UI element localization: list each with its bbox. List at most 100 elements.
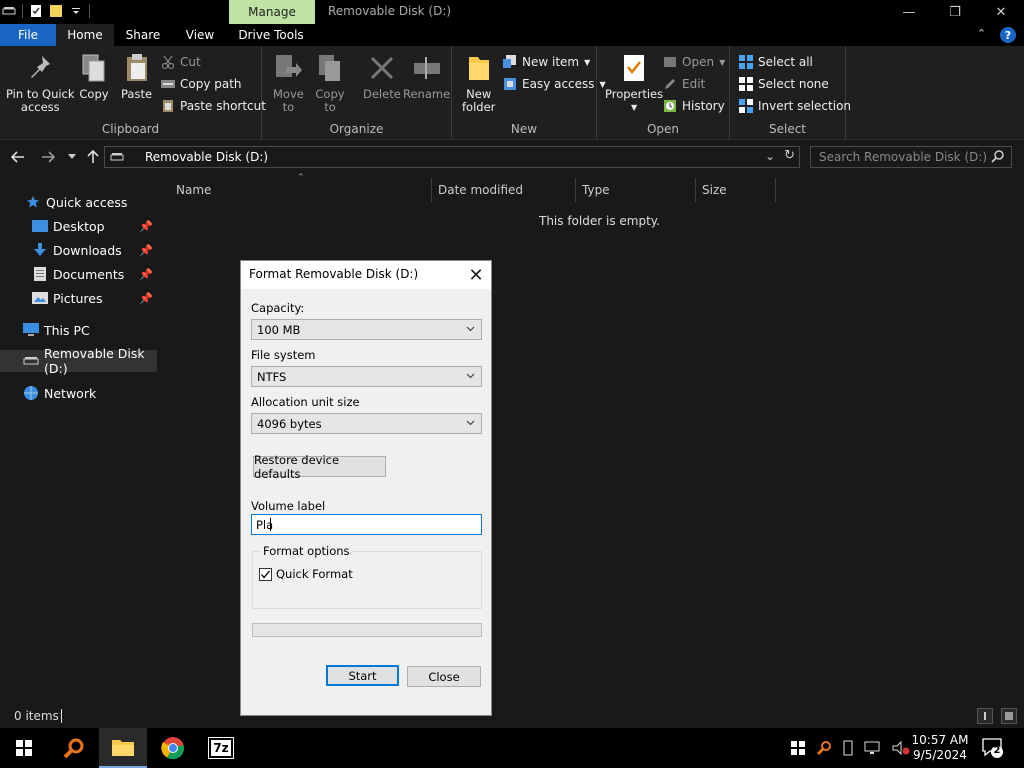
- clock[interactable]: 10:57 AM 9/5/2024: [905, 733, 975, 763]
- organize-group-label: Organize: [329, 122, 384, 136]
- large-icons-view-button[interactable]: [1001, 708, 1017, 724]
- nav-item-documents[interactable]: Documents 📌: [0, 263, 157, 285]
- copy-to-button[interactable]: Copy to: [315, 52, 345, 114]
- capacity-select[interactable]: 100 MB: [251, 319, 482, 340]
- delete-button[interactable]: Delete: [363, 52, 401, 101]
- clock-time: 10:57 AM: [911, 733, 969, 747]
- nav-item-quick-access[interactable]: Quick access: [0, 191, 157, 213]
- close-button-dialog[interactable]: Close: [407, 666, 481, 687]
- restore-button[interactable]: ❐: [932, 0, 978, 24]
- restore-device-defaults-button[interactable]: Restore device defaults: [253, 453, 386, 481]
- column-header-type[interactable]: Type: [574, 178, 696, 202]
- chrome-taskbar-button[interactable]: [149, 728, 197, 768]
- select-all-button[interactable]: Select all: [739, 53, 813, 71]
- refresh-icon[interactable]: ↻: [784, 148, 795, 163]
- easy-access-button[interactable]: Easy access ▼: [503, 75, 606, 93]
- collapse-ribbon-icon[interactable]: ⌃: [977, 27, 986, 43]
- volume-label-input[interactable]: Pla: [251, 514, 482, 535]
- large-icons-view-icon: [1005, 712, 1013, 720]
- up-button[interactable]: [83, 147, 103, 167]
- paste-button[interactable]: Paste: [121, 52, 152, 101]
- nav-item-desktop[interactable]: Desktop 📌: [0, 215, 157, 237]
- search-box[interactable]: Search Removable Disk (D:): [810, 146, 1012, 168]
- search-taskbar-button[interactable]: [50, 728, 98, 768]
- tab-drive-tools[interactable]: Drive Tools: [228, 24, 314, 46]
- nav-item-network[interactable]: Network: [0, 382, 157, 404]
- nav-item-removable-disk[interactable]: Removable Disk (D:): [0, 346, 157, 376]
- start-button-dialog[interactable]: Start: [326, 665, 399, 686]
- manage-tab[interactable]: Manage: [229, 0, 315, 24]
- rename-button[interactable]: Rename: [403, 52, 450, 101]
- edit-icon: [663, 77, 677, 91]
- nav-item-pictures[interactable]: Pictures 📌: [0, 287, 157, 309]
- column-header-date[interactable]: Date modified: [430, 178, 576, 202]
- address-field[interactable]: Removable Disk (D:) ⌄ ↻: [104, 146, 800, 168]
- open-button[interactable]: Open ▼: [663, 53, 725, 71]
- usb-drive-icon[interactable]: [842, 740, 854, 756]
- customize-toolbar-icon[interactable]: [69, 3, 83, 19]
- quick-format-checkbox[interactable]: [259, 567, 272, 581]
- invert-selection-button[interactable]: Invert selection: [739, 97, 851, 115]
- select-all-icon: [739, 55, 753, 69]
- properties-icon[interactable]: [29, 3, 43, 19]
- column-header-size[interactable]: Size: [694, 178, 776, 202]
- history-button[interactable]: History: [663, 97, 725, 115]
- network-tray-icon[interactable]: [864, 740, 882, 756]
- notification-center-button[interactable]: 2: [982, 737, 1004, 759]
- close-button[interactable]: ✕: [978, 0, 1024, 24]
- move-to-button[interactable]: Move to: [273, 52, 304, 114]
- rename-icon: [412, 52, 442, 84]
- 7zip-taskbar-button[interactable]: 7z: [197, 728, 245, 768]
- chevron-down-icon[interactable]: ⌄: [765, 149, 775, 163]
- dialog-title: Format Removable Disk (D:): [249, 267, 419, 281]
- search-tray-icon[interactable]: [816, 740, 832, 756]
- paste-shortcut-icon: [161, 99, 175, 113]
- forward-button[interactable]: [38, 147, 58, 167]
- taskbar: 7z 10:57 AM 9/5/2024 2: [0, 728, 1024, 768]
- details-view-button[interactable]: [977, 708, 993, 724]
- nav-item-this-pc[interactable]: This PC: [0, 319, 157, 341]
- minimize-button[interactable]: —: [886, 0, 932, 24]
- pin-icon: 📌: [139, 267, 153, 281]
- recent-locations-button[interactable]: [62, 147, 82, 167]
- pin-icon: [25, 52, 55, 84]
- new-folder-button[interactable]: New folder: [462, 52, 495, 114]
- back-button[interactable]: [8, 147, 28, 167]
- search-placeholder: Search Removable Disk (D:): [819, 150, 988, 164]
- new-item-button[interactable]: New item ▼: [503, 53, 590, 71]
- file-system-select[interactable]: NTFS: [251, 366, 482, 387]
- file-system-label: File system: [251, 348, 316, 362]
- format-options-group: Format options Quick Format: [252, 544, 482, 609]
- clipboard-group-label: Clipboard: [101, 122, 160, 136]
- allocation-unit-select[interactable]: 4096 bytes: [251, 413, 482, 434]
- start-button[interactable]: [0, 728, 48, 768]
- tab-home[interactable]: Home: [56, 24, 114, 46]
- pin-icon: 📌: [139, 291, 153, 305]
- tab-share[interactable]: Share: [114, 24, 172, 46]
- organize-group: Move to Copy to Delete Rename Organize: [262, 46, 452, 140]
- properties-button[interactable]: Properties ▼: [605, 52, 663, 114]
- history-icon: [663, 99, 677, 113]
- copy-path-button[interactable]: Copy path: [161, 75, 242, 93]
- drive-icon[interactable]: [2, 3, 16, 19]
- help-icon[interactable]: ?: [1000, 27, 1016, 43]
- window-controls: — ❐ ✕: [886, 0, 1024, 24]
- edit-button[interactable]: Edit: [663, 75, 705, 93]
- new-folder-icon[interactable]: [49, 3, 63, 19]
- file-explorer-taskbar-button[interactable]: [99, 728, 147, 768]
- dialog-close-icon[interactable]: ✕: [465, 264, 487, 286]
- status-separator: [61, 709, 62, 723]
- copy-button[interactable]: Copy: [79, 52, 109, 101]
- tab-file[interactable]: File: [0, 24, 56, 46]
- tab-view[interactable]: View: [172, 24, 228, 46]
- pin-to-quick-access-button[interactable]: Pin to Quick access: [6, 52, 75, 114]
- paste-shortcut-button[interactable]: Paste shortcut: [161, 97, 266, 115]
- quick-format-option[interactable]: Quick Format: [259, 567, 353, 581]
- select-none-button[interactable]: Select none: [739, 75, 829, 93]
- new-item-icon: [503, 55, 517, 69]
- arrow-right-icon: [42, 151, 55, 163]
- nav-item-downloads[interactable]: Downloads 📌: [0, 239, 157, 261]
- computer-icon: [23, 322, 39, 338]
- security-icon[interactable]: [790, 740, 806, 756]
- cut-button[interactable]: Cut: [161, 53, 201, 71]
